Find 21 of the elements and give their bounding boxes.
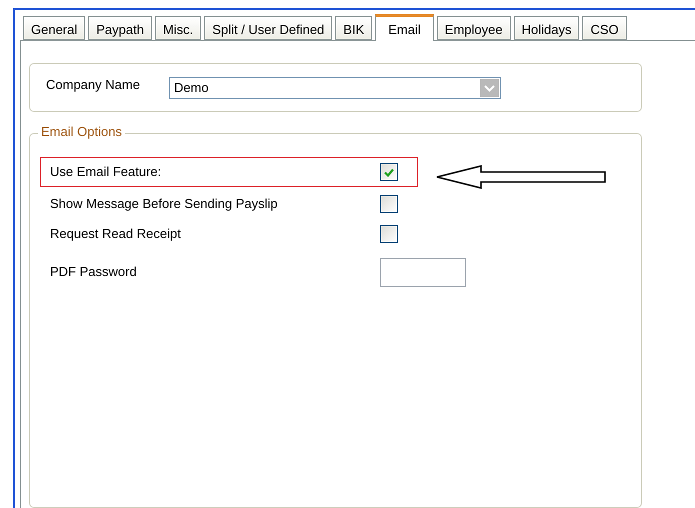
tab[interactable]: CSO [582,16,627,40]
tab[interactable]: Paypath [88,16,152,40]
tab[interactable]: Email [375,14,434,41]
option-label: Use Email Feature: [50,163,162,182]
group-title: Email Options [38,125,125,138]
tab[interactable]: Holidays [514,16,580,40]
company-name-dropdown[interactable]: Demo [168,76,501,98]
option-label: PDF Password [50,263,138,282]
pdf-password-field[interactable] [380,258,466,286]
checkbox[interactable] [380,195,398,213]
tab[interactable]: General [23,16,86,40]
company-name-label: Company Name [46,76,140,94]
option-label: Show Message Before Sending Payslip [50,195,279,214]
tab[interactable]: BIK [335,16,372,40]
check-icon [384,168,394,176]
tab[interactable]: Split / User Defined [204,16,332,40]
option-label: Request Read Receipt [50,225,182,244]
tab[interactable]: Employee [436,16,511,40]
checkbox[interactable] [380,225,398,243]
checkbox[interactable] [380,163,398,181]
tab[interactable]: Misc. [154,16,202,40]
